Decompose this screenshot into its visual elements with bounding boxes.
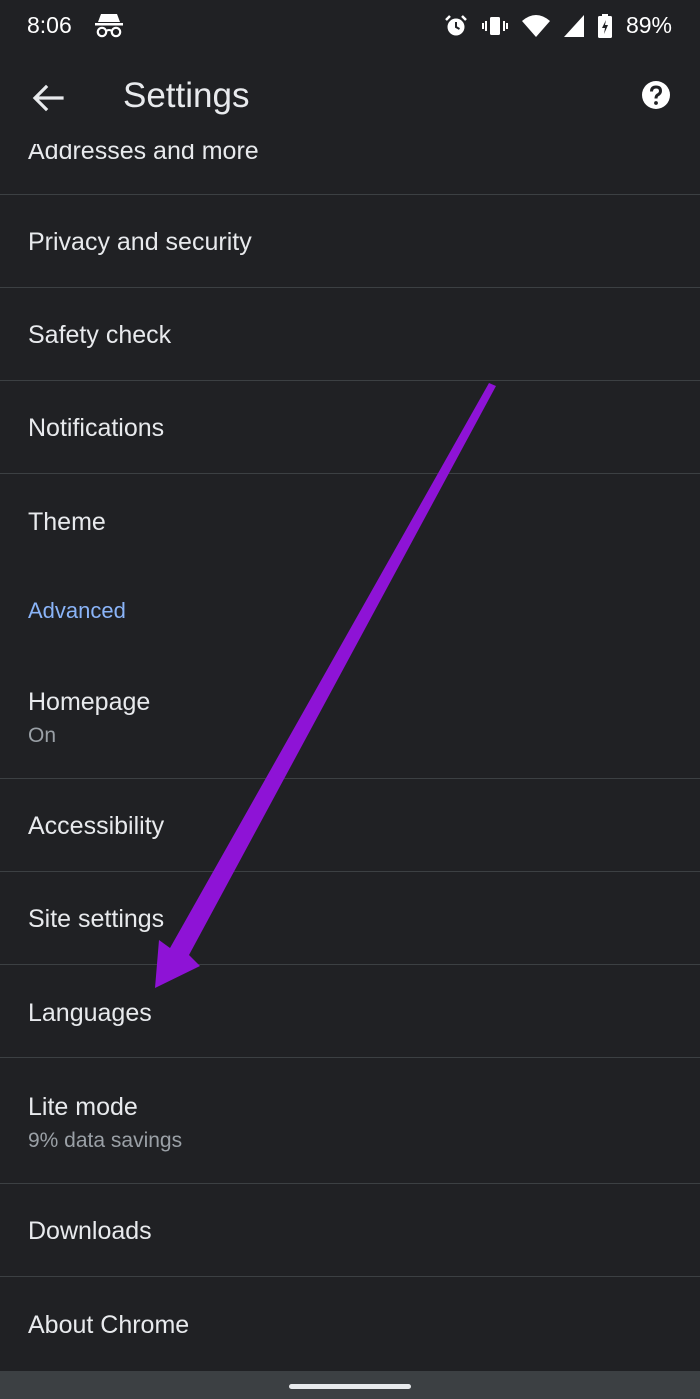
incognito-icon [95, 14, 123, 38]
settings-item-accessibility[interactable]: Accessibility [0, 779, 700, 872]
settings-item-label: Theme [28, 508, 106, 536]
settings-item-label: Downloads [28, 1217, 152, 1245]
settings-item-safety-check[interactable]: Safety check [0, 288, 700, 381]
settings-item-site-settings[interactable]: Site settings [0, 872, 700, 965]
settings-item-summary: 9% data savings [28, 1129, 183, 1152]
wifi-icon [521, 14, 550, 37]
gesture-nav-bar [0, 1371, 700, 1399]
status-bar: 8:06 89% [0, 0, 700, 52]
page-title: Settings [123, 76, 250, 115]
alarm-icon [445, 14, 467, 35]
home-gesture-handle[interactable] [289, 1384, 411, 1389]
settings-item-lite-mode[interactable]: Lite mode 9% data savings [0, 1058, 700, 1184]
settings-item-label: Accessibility [28, 812, 165, 840]
section-header-advanced: Advanced [28, 598, 126, 623]
settings-item-label: About Chrome [28, 1311, 190, 1339]
settings-item-languages[interactable]: Languages [0, 965, 700, 1058]
arrow-back-icon[interactable] [30, 80, 66, 116]
settings-item-label: Lite mode [28, 1093, 138, 1121]
status-time: 8:06 [27, 12, 72, 38]
settings-item-theme[interactable]: Theme [0, 474, 700, 570]
settings-item-label: Privacy and security [28, 228, 252, 256]
battery-percentage: 89% [625, 12, 672, 38]
settings-item-label: Homepage [28, 688, 151, 716]
settings-item-notifications[interactable]: Notifications [0, 381, 700, 474]
settings-item-label: Notifications [28, 414, 165, 442]
settings-item-label: Site settings [28, 905, 165, 933]
settings-item-label: Languages [28, 999, 152, 1027]
vibrate-icon [481, 16, 508, 35]
settings-item-label: Safety check [28, 321, 172, 349]
signal-icon [563, 14, 584, 37]
settings-item-homepage[interactable]: Homepage On [0, 654, 700, 779]
settings-item-downloads[interactable]: Downloads [0, 1184, 700, 1277]
settings-item-privacy[interactable]: Privacy and security [0, 195, 700, 288]
help-icon[interactable] [640, 79, 672, 111]
settings-item-about-chrome[interactable]: About Chrome [0, 1277, 700, 1371]
battery-icon [597, 13, 612, 38]
settings-item-summary: On [28, 724, 57, 747]
app-toolbar: Settings [0, 52, 700, 144]
